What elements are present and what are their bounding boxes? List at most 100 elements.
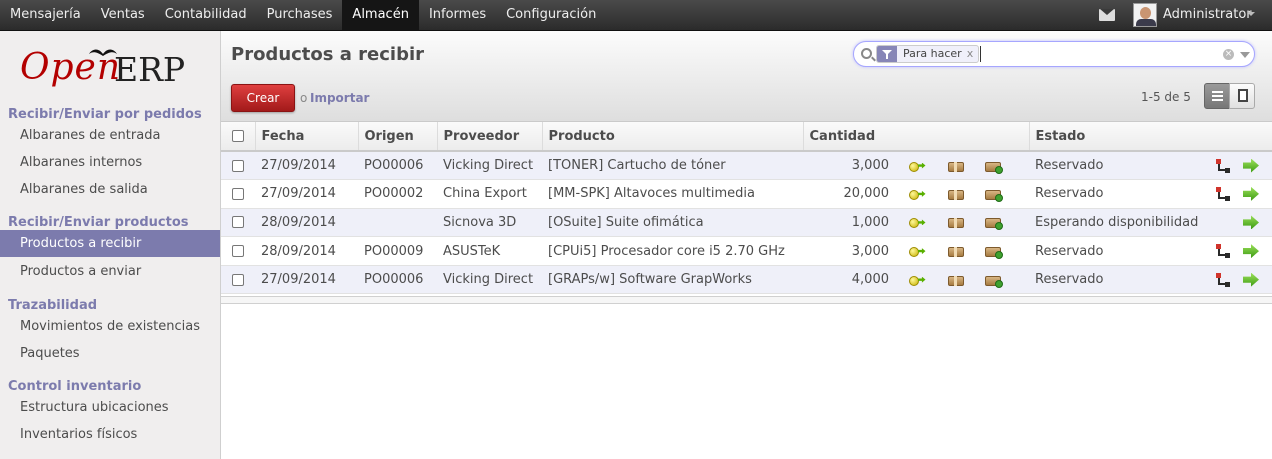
cell-origen: PO00006 [358, 151, 437, 181]
column-header-fecha[interactable]: Fecha [255, 122, 359, 152]
move-cell [897, 151, 936, 181]
cell-producto: [GRAPs/w] Software GrapWorks [542, 265, 803, 295]
process-cell [1242, 236, 1272, 266]
table-row[interactable]: 27/09/2014 PO00006 Vicking Direct [TONER] C… [221, 151, 1272, 181]
mail-icon[interactable] [1099, 9, 1115, 21]
box-cell [936, 236, 975, 266]
table-row[interactable]: 28/09/2014 Sicnova 3D [OSuite] Suite ofimá… [221, 208, 1272, 238]
page-title: Productos a recibir [231, 44, 425, 65]
moves-table: Fecha Origen Proveedor Producto Cantidad… [221, 122, 1272, 295]
select-all-checkbox[interactable] [231, 130, 244, 142]
form-view-button[interactable] [1229, 83, 1255, 109]
row-checkbox[interactable] [232, 159, 244, 172]
top-menu: Mensajería Ventas Contabilidad Purchases Alm… [0, 0, 606, 30]
split-cell [1204, 236, 1242, 266]
row-checkbox[interactable] [232, 273, 244, 286]
box-icon[interactable] [947, 159, 965, 173]
facet-label: Para hacer [903, 47, 962, 60]
sidebar-item-estructura-ubicaciones[interactable]: Estructura ubicaciones [0, 394, 220, 421]
row-checkbox[interactable] [232, 216, 244, 229]
table-row[interactable]: 27/09/2014 PO00006 Vicking Direct [GRAPs/w]… [221, 265, 1272, 295]
column-header-producto[interactable]: Producto [542, 122, 804, 152]
top-menu-configuracion[interactable]: Configuración [496, 0, 606, 30]
top-menu-mensajeria[interactable]: Mensajería [0, 0, 91, 30]
table-row[interactable]: 27/09/2014 PO00002 China Export [MM-SPK] Al… [221, 179, 1272, 209]
pack-icon[interactable] [985, 159, 1003, 174]
clear-search-icon[interactable]: × [1223, 49, 1234, 60]
cell-origen: PO00006 [358, 265, 437, 295]
move-icon[interactable] [908, 244, 926, 258]
box-icon[interactable] [947, 273, 965, 287]
split-icon[interactable] [1215, 186, 1231, 202]
move-icon[interactable] [908, 159, 926, 173]
process-arrow-icon[interactable] [1242, 214, 1260, 230]
pack-icon[interactable] [985, 273, 1003, 288]
row-checkbox[interactable] [232, 187, 244, 200]
search-input[interactable] [980, 46, 1216, 62]
row-select-cell [221, 151, 255, 181]
row-select-cell [221, 236, 255, 266]
search-facet: Para hacer x [876, 45, 980, 63]
process-arrow-icon[interactable] [1242, 158, 1260, 174]
sidebar-item-albaranes-internos[interactable]: Albaranes internos [0, 149, 220, 176]
process-arrow-icon[interactable] [1242, 186, 1260, 202]
pack-icon[interactable] [985, 187, 1003, 202]
cell-proveedor: Sicnova 3D [437, 208, 542, 238]
top-menu-informes[interactable]: Informes [419, 0, 496, 30]
avatar[interactable] [1133, 3, 1157, 27]
table-row[interactable]: 28/09/2014 PO00009 ASUSTeK [CPUi5] Procesad… [221, 236, 1272, 266]
cell-producto: [OSuite] Suite ofimática [542, 208, 803, 238]
create-button[interactable]: Crear [231, 84, 295, 112]
sidebar-item-albaranes-de-salida[interactable]: Albaranes de salida [0, 176, 220, 203]
user-menu[interactable]: Administrator [1163, 0, 1252, 29]
filter-icon [877, 46, 897, 62]
process-arrow-icon[interactable] [1242, 272, 1260, 288]
split-icon[interactable] [1215, 158, 1231, 174]
top-menu-purchases[interactable]: Purchases [257, 0, 343, 30]
cell-proveedor: China Export [437, 179, 542, 209]
openerp-logo[interactable]: Open ERP [20, 45, 210, 105]
column-header-cantidad[interactable]: Cantidad [803, 122, 1030, 152]
top-menu-ventas[interactable]: Ventas [91, 0, 155, 30]
cell-estado: Reservado [1029, 179, 1204, 209]
facet-remove-button[interactable]: x [967, 46, 979, 62]
cell-estado: Reservado [1029, 151, 1204, 181]
top-menu-contabilidad[interactable]: Contabilidad [155, 0, 257, 30]
search-options-dropdown[interactable] [1240, 52, 1250, 58]
row-checkbox[interactable] [232, 245, 244, 258]
split-cell [1204, 208, 1242, 238]
pack-icon[interactable] [985, 215, 1003, 231]
pack-cell [975, 179, 1029, 209]
column-header-proveedor[interactable]: Proveedor [437, 122, 543, 152]
process-arrow-icon[interactable] [1242, 243, 1260, 259]
chevron-down-icon[interactable] [1247, 12, 1255, 16]
column-header-estado[interactable]: Estado [1029, 122, 1272, 152]
sidebar-item-productos-a-recibir[interactable]: Productos a recibir [0, 230, 220, 257]
sidebar-item-movimientos-de-existencias[interactable]: Movimientos de existencias [0, 313, 220, 340]
split-icon[interactable] [1215, 272, 1231, 288]
import-link[interactable]: Importar [310, 91, 369, 105]
box-icon[interactable] [947, 215, 965, 229]
sidebar-item-inventarios-fisicos[interactable]: Inventarios físicos [0, 421, 220, 448]
split-icon[interactable] [1215, 243, 1231, 259]
move-icon[interactable] [908, 273, 926, 287]
pack-cell [975, 208, 1029, 238]
move-icon[interactable] [908, 215, 926, 229]
sidebar-item-productos-a-enviar[interactable]: Productos a enviar [0, 258, 220, 285]
sidebar-item-albaranes-de-entrada[interactable]: Albaranes de entrada [0, 122, 220, 149]
top-menu-almacen[interactable]: Almacén [342, 0, 419, 30]
cell-estado: Reservado [1029, 236, 1204, 266]
sidebar-item-paquetes[interactable]: Paquetes [0, 340, 220, 367]
sidebar: Open ERP Recibir/Enviar por pedidos Albar… [0, 31, 221, 459]
move-cell [897, 179, 936, 209]
column-header-origen[interactable]: Origen [358, 122, 438, 152]
move-icon[interactable] [908, 187, 926, 201]
search-box[interactable]: Para hacer x × [853, 41, 1255, 67]
box-icon[interactable] [947, 244, 965, 258]
cell-fecha: 27/09/2014 [255, 179, 358, 209]
pack-icon[interactable] [985, 244, 1003, 260]
list-view-button[interactable] [1204, 83, 1230, 109]
sidebar-section-title: Recibir/Enviar productos [8, 215, 189, 230]
table-footer [221, 296, 1272, 304]
box-icon[interactable] [947, 187, 965, 201]
